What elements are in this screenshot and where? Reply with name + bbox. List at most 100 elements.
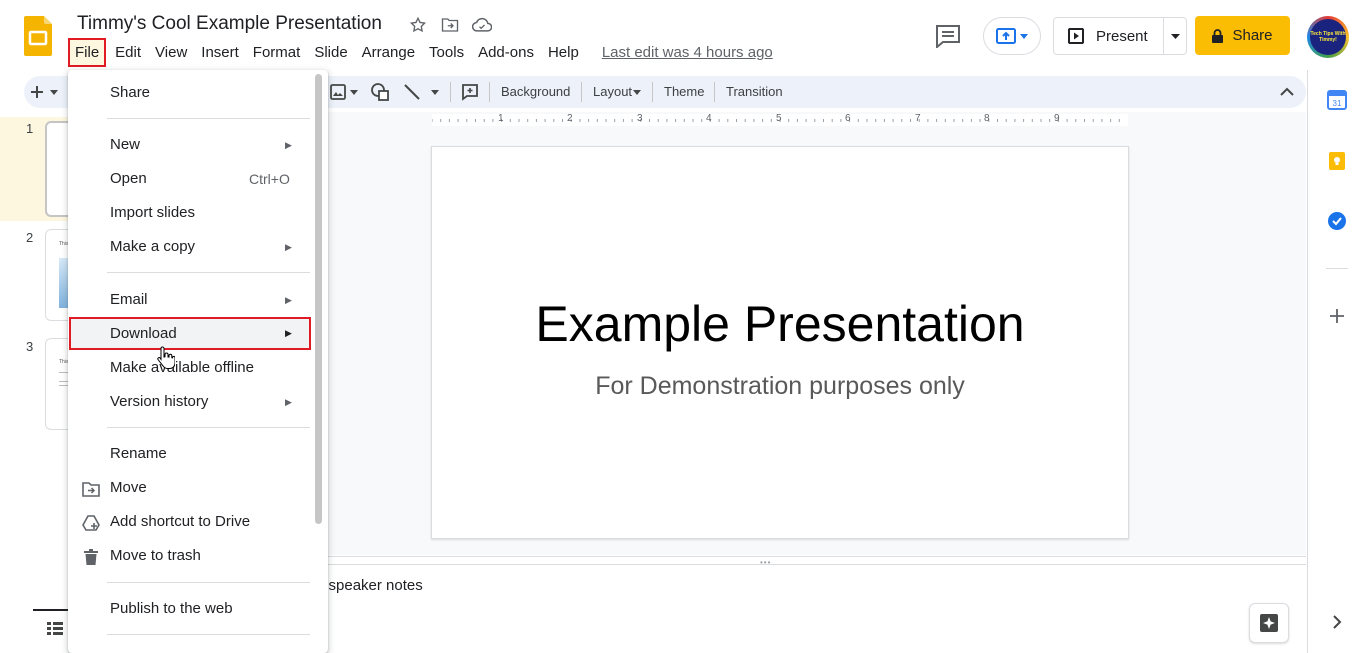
transition-button[interactable]: Transition: [726, 84, 783, 99]
menu-view[interactable]: View: [148, 38, 194, 67]
file-menu-publish[interactable]: Publish to the web: [110, 600, 233, 617]
last-edit-link[interactable]: Last edit was 4 hours ago: [602, 44, 773, 61]
file-menu-version-history[interactable]: Version history: [110, 393, 208, 410]
present-to-meeting-button[interactable]: [983, 17, 1041, 55]
plus-icon: [31, 86, 43, 98]
comment-history-icon[interactable]: [935, 24, 961, 48]
horizontal-ruler: 1 2 3 4 5 6 7 8 9: [432, 113, 1128, 126]
share-button[interactable]: Share: [1195, 16, 1290, 55]
layout-button[interactable]: Layout: [593, 84, 632, 99]
file-menu-email[interactable]: Email: [110, 291, 148, 308]
chevron-right-icon[interactable]: [1327, 612, 1347, 632]
file-menu-rename[interactable]: Rename: [110, 445, 167, 462]
side-panel-divider: [1326, 268, 1348, 269]
file-menu-offline[interactable]: Make available offline: [110, 359, 254, 376]
document-title[interactable]: Timmy's Cool Example Presentation: [77, 13, 382, 35]
menu-divider: [107, 634, 310, 635]
image-icon[interactable]: [327, 81, 349, 103]
menu-scrollbar[interactable]: [315, 74, 322, 524]
ruler-number: 8: [984, 113, 990, 124]
keep-icon[interactable]: [1327, 151, 1347, 171]
file-menu-move[interactable]: Move: [110, 479, 147, 496]
toolbar-divider: [450, 82, 451, 102]
menu-format[interactable]: Format: [246, 38, 308, 67]
slide-canvas[interactable]: Example Presentation For Demonstration p…: [431, 146, 1129, 539]
explore-button[interactable]: [1249, 603, 1289, 643]
add-comment-icon[interactable]: [459, 81, 481, 103]
file-menu-trash[interactable]: Move to trash: [110, 547, 201, 564]
app-header: Timmy's Cool Example Presentation File E…: [0, 0, 1365, 70]
background-button[interactable]: Background: [501, 84, 570, 99]
ruler-number: 7: [915, 113, 921, 124]
slide-subtitle[interactable]: For Demonstration purposes only: [432, 372, 1128, 401]
chevron-down-icon: [50, 89, 58, 95]
star-icon[interactable]: [408, 15, 428, 35]
slide-number: 2: [26, 230, 34, 245]
avatar-text: Tech Tips With Timmy!: [1310, 19, 1346, 55]
grid-view-icon[interactable]: [47, 622, 63, 636]
drive-shortcut-icon: [82, 514, 100, 532]
shape-icon[interactable]: [369, 81, 391, 103]
present-button[interactable]: Present: [1054, 18, 1164, 54]
file-menu-import-slides[interactable]: Import slides: [110, 204, 195, 221]
menu-edit[interactable]: Edit: [108, 38, 148, 67]
file-menu-download[interactable]: Download: [110, 325, 177, 342]
chevron-down-icon[interactable]: [431, 90, 439, 95]
filmstrip-view-indicator: [33, 609, 71, 611]
slide-number: 3: [26, 339, 34, 354]
account-avatar[interactable]: Tech Tips With Timmy!: [1307, 16, 1349, 58]
toolbar-divider: [714, 82, 715, 102]
submenu-arrow-icon: ▶: [285, 397, 292, 407]
new-slide-button[interactable]: [30, 82, 66, 102]
add-addon-icon[interactable]: [1327, 306, 1347, 326]
chevron-down-icon: [1170, 33, 1180, 39]
menu-file[interactable]: File: [68, 38, 107, 67]
lock-icon: [1212, 28, 1224, 43]
menu-slide[interactable]: Slide: [307, 38, 354, 67]
chevron-down-icon: [1020, 33, 1028, 39]
chevron-down-icon: [633, 90, 641, 95]
submenu-arrow-icon: ▶: [285, 295, 292, 305]
present-options-button[interactable]: [1164, 18, 1186, 54]
file-menu-new[interactable]: New: [110, 136, 140, 153]
move-folder-icon: [82, 480, 100, 498]
upload-screen-icon: [996, 28, 1016, 44]
menu-help[interactable]: Help: [541, 38, 586, 67]
menu-addons[interactable]: Add-ons: [471, 38, 541, 67]
move-folder-icon[interactable]: [440, 15, 460, 35]
ruler-number: 4: [706, 113, 712, 124]
cloud-saved-icon[interactable]: [472, 15, 492, 35]
theme-button[interactable]: Theme: [664, 84, 704, 99]
file-menu-open[interactable]: Open: [110, 170, 147, 187]
menu-divider: [107, 427, 310, 428]
toolbar-divider: [652, 82, 653, 102]
slide-title[interactable]: Example Presentation: [432, 295, 1128, 353]
ruler-number: 2: [567, 113, 573, 124]
menu-bar: File Edit View Insert Format Slide Arran…: [68, 37, 773, 68]
submenu-arrow-icon: ▶: [285, 140, 292, 150]
drag-handle-icon: •••: [760, 558, 772, 567]
file-menu-add-shortcut[interactable]: Add shortcut to Drive: [110, 513, 250, 530]
ruler-number: 6: [845, 113, 851, 124]
slide-number: 1: [26, 121, 34, 136]
slides-logo-icon[interactable]: [24, 16, 52, 56]
chevron-down-icon[interactable]: [350, 90, 358, 95]
menu-arrange[interactable]: Arrange: [355, 38, 422, 67]
trash-icon: [82, 548, 100, 566]
ruler-number: 9: [1054, 113, 1060, 124]
file-menu-make-copy[interactable]: Make a copy: [110, 238, 195, 255]
menu-insert[interactable]: Insert: [194, 38, 246, 67]
calendar-icon[interactable]: 31: [1327, 90, 1347, 110]
tasks-icon[interactable]: [1327, 211, 1347, 231]
notes-resize-handle[interactable]: [325, 556, 1306, 565]
file-menu-share[interactable]: Share: [110, 84, 150, 101]
menu-tools[interactable]: Tools: [422, 38, 471, 67]
calendar-day: 31: [1333, 99, 1342, 108]
speaker-notes-field[interactable]: d speaker notes: [316, 577, 423, 594]
chevron-up-icon[interactable]: [1277, 82, 1297, 102]
submenu-arrow-icon: ▶: [285, 328, 292, 338]
menu-divider: [107, 272, 310, 273]
explore-sparkle-icon: [1260, 614, 1278, 632]
toolbar-divider: [581, 82, 582, 102]
line-icon[interactable]: [401, 81, 423, 103]
